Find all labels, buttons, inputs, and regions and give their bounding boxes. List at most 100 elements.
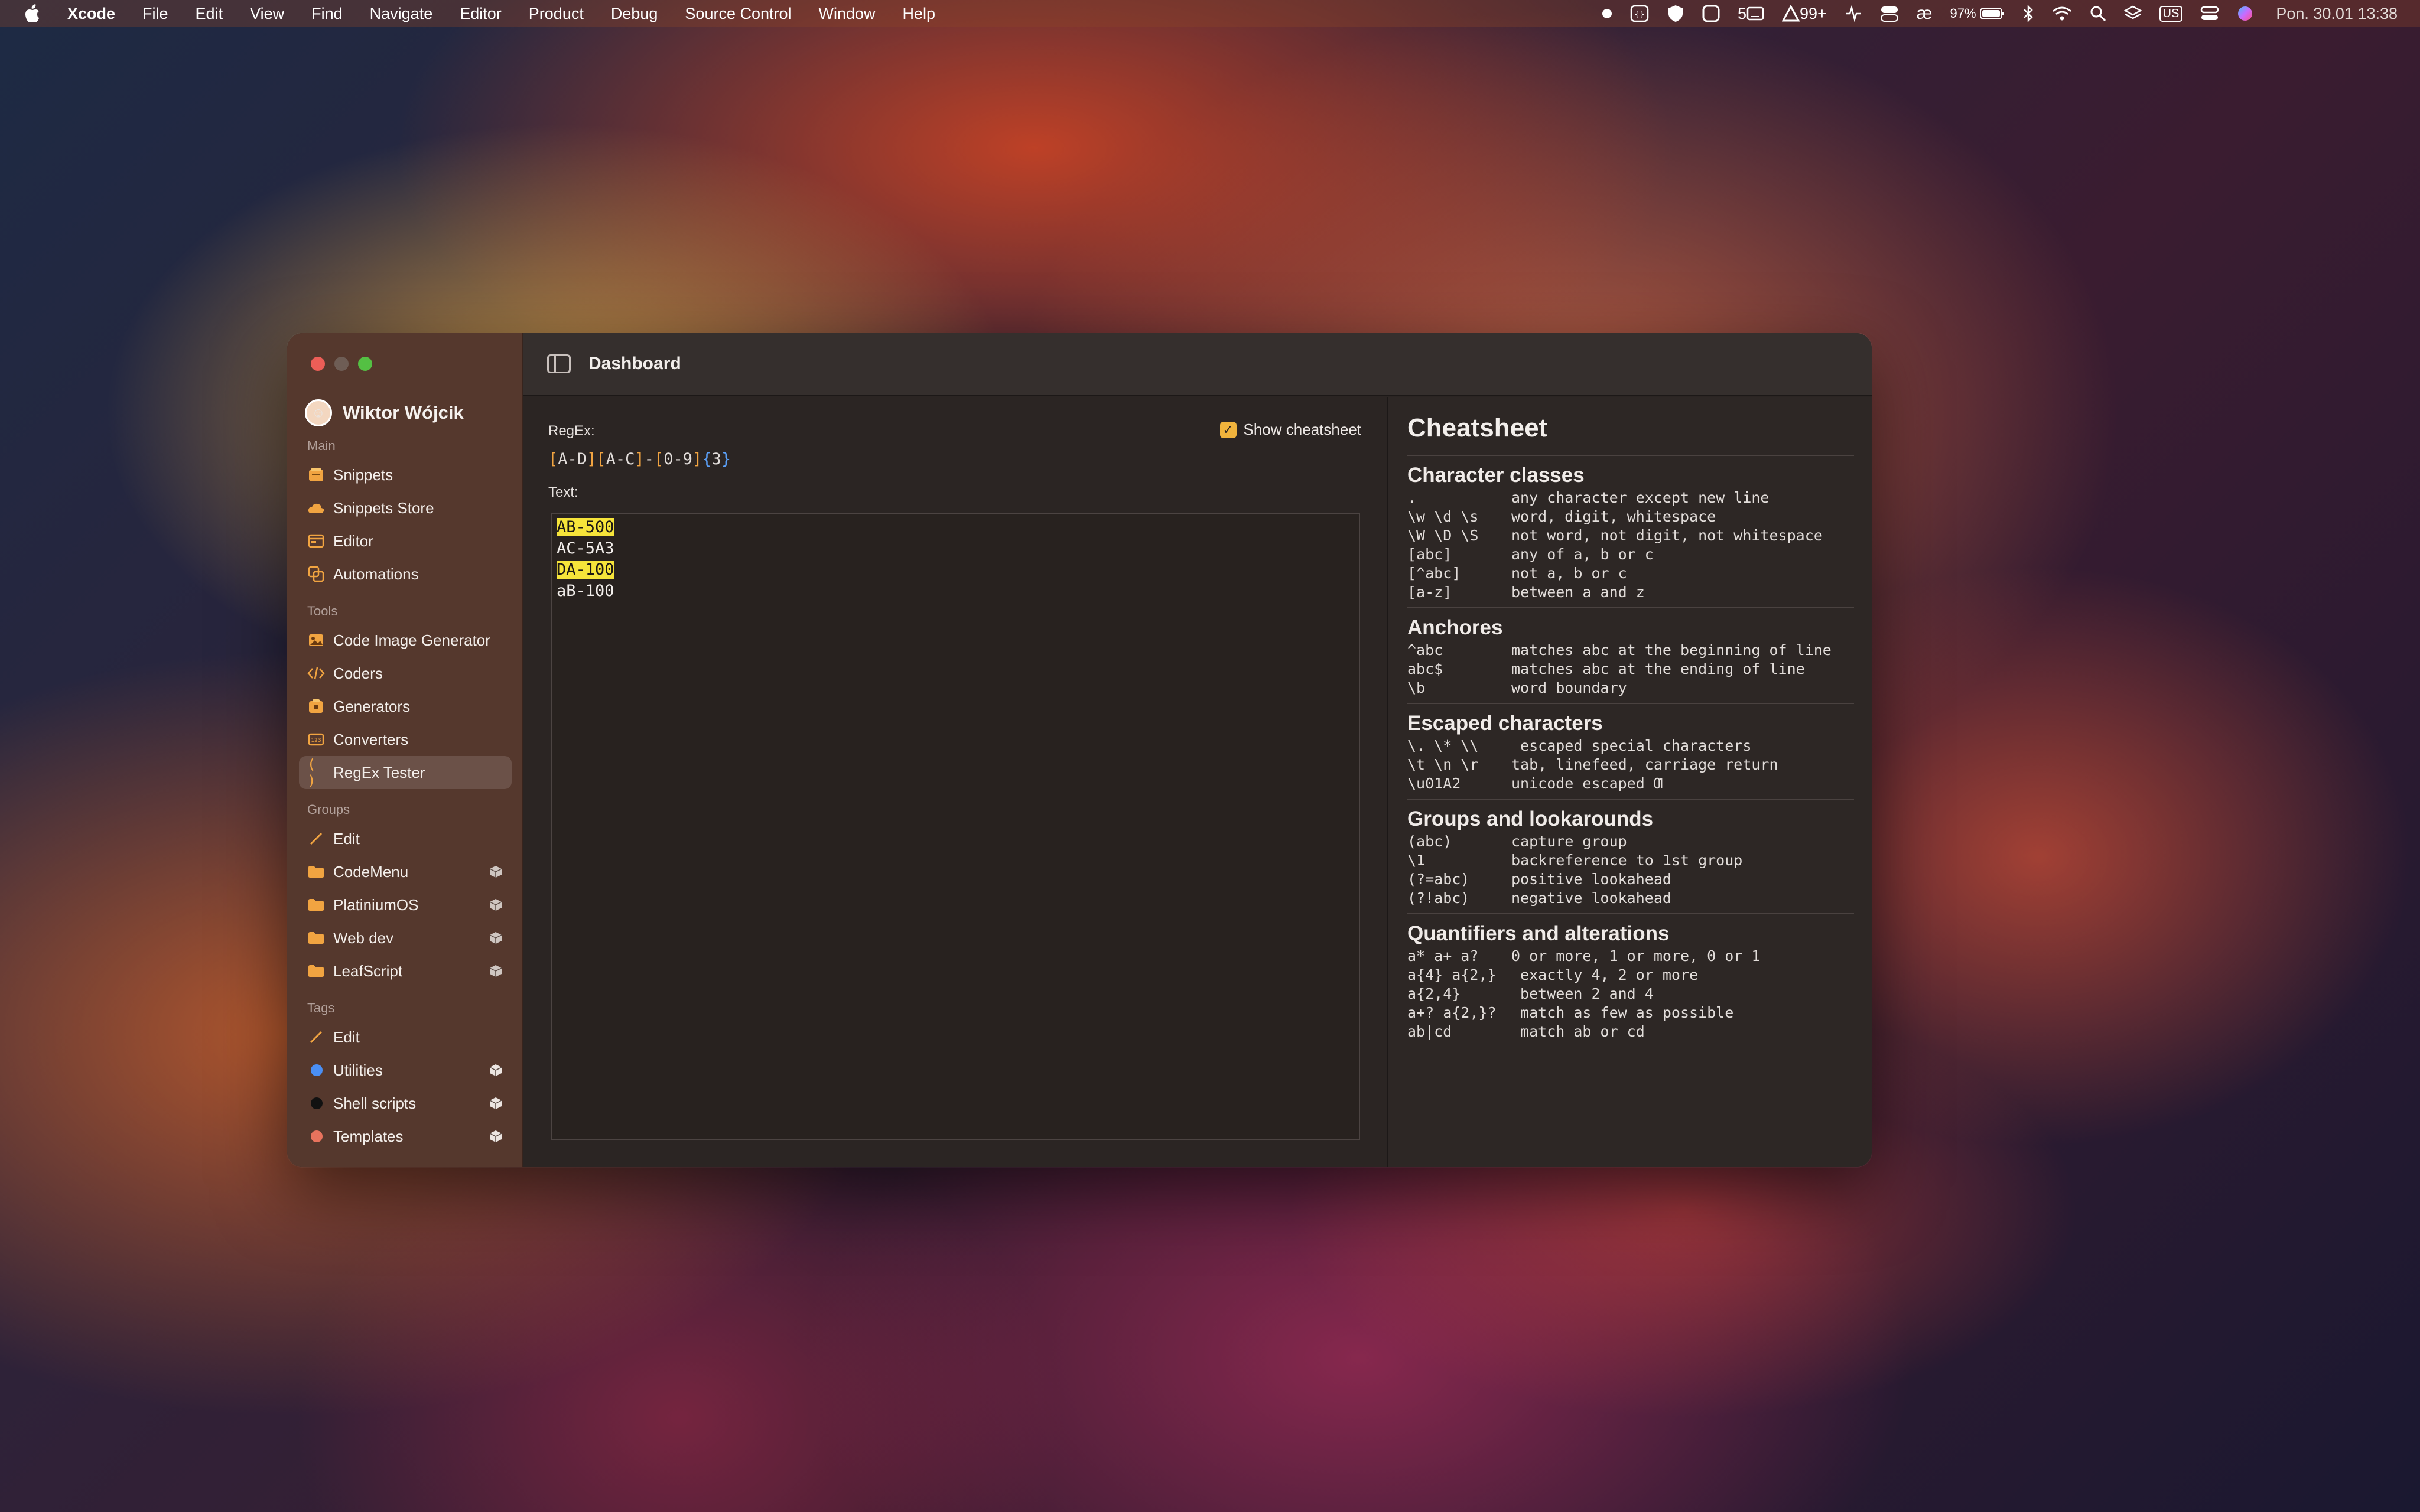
cheatsheet-description: not a, b or c <box>1511 564 1627 582</box>
cheatsheet-section: Character classes. any character except n… <box>1407 463 1854 601</box>
cheatsheet-description: exactly 4, 2 or more <box>1511 966 1699 983</box>
menu-app-name[interactable]: Xcode <box>67 5 115 23</box>
cheatsheet-divider <box>1407 455 1854 456</box>
cheatsheet-token: ^abc <box>1407 641 1443 659</box>
layers-icon[interactable] <box>2123 5 2142 22</box>
sidebar-item-tag-utilities[interactable]: Utilities <box>299 1054 512 1087</box>
record-dot-icon[interactable] <box>1602 8 1612 19</box>
clock[interactable]: Pon. 30.01 13:38 <box>2276 5 2398 23</box>
folder-icon <box>307 962 325 980</box>
section-title-tags: Tags <box>307 1001 335 1015</box>
ae-ligature-icon[interactable]: æ <box>1917 4 1933 24</box>
cheatsheet-description: unicode escaped Ƣ <box>1511 774 1663 792</box>
app-window: ☺ Wiktor Wójcik Main Snippets Snippets S… <box>287 333 1872 1167</box>
converters-icon: 123 <box>307 731 325 748</box>
menu-view[interactable]: View <box>250 5 284 23</box>
close-window-button[interactable] <box>311 357 325 371</box>
sidebar-item-label: Converters <box>333 730 409 748</box>
test-text-area[interactable]: AB-500 AC-5A3 DA-100 aB-100 <box>551 513 1360 1140</box>
code-bracket-icon[interactable]: {} <box>1630 5 1649 22</box>
sidebar-toggle-icon[interactable] <box>547 354 571 373</box>
sidebar-item-snippets-store[interactable]: Snippets Store <box>299 491 512 524</box>
sidebar-item-tag-templates[interactable]: Templates <box>299 1120 512 1153</box>
tabs-indicator[interactable]: 5 <box>1738 5 1764 23</box>
cheatsheet-row: a+? a{2,}? match as few as possible <box>1407 1003 1854 1022</box>
siri-icon[interactable] <box>2237 5 2253 22</box>
match-highlight: AB-500 <box>557 517 614 536</box>
sidebar-item-group-codemenu[interactable]: CodeMenu <box>299 855 512 888</box>
zoom-window-button[interactable] <box>358 357 372 371</box>
control-center-icon[interactable] <box>2200 5 2219 22</box>
keyboard-layout-indicator[interactable]: US <box>2159 5 2183 22</box>
cheatsheet-description: not word, not digit, not whitespace <box>1511 526 1823 544</box>
show-cheatsheet-checkbox[interactable]: ✓ <box>1219 421 1237 438</box>
cheatsheet-description: word boundary <box>1511 679 1627 696</box>
regex-label: RegEx: <box>548 423 595 439</box>
sidebar-item-converters[interactable]: 123 Converters <box>299 723 512 756</box>
menu-navigate[interactable]: Navigate <box>370 5 433 23</box>
sidebar-item-editor[interactable]: Editor <box>299 524 512 558</box>
cheatsheet-title: Cheatsheet <box>1407 413 1548 442</box>
activity-pulse-icon[interactable] <box>1845 5 1862 22</box>
cube-icon <box>488 1129 503 1144</box>
menu-source-control[interactable]: Source Control <box>685 5 791 23</box>
menu-window[interactable]: Window <box>819 5 876 23</box>
sidebar-item-coders[interactable]: Coders <box>299 657 512 690</box>
cheatsheet-row: a* a+ a? 0 or more, 1 or more, 0 or 1 <box>1407 946 1854 965</box>
show-cheatsheet-toggle[interactable]: ✓ Show cheatsheet <box>1219 421 1361 439</box>
sidebar-item-label: Snippets Store <box>333 498 434 517</box>
app-square-icon[interactable] <box>1702 5 1720 22</box>
battery-indicator[interactable]: 97% <box>1950 6 2004 21</box>
regex-icon: ( ) <box>307 756 316 789</box>
menu-debug[interactable]: Debug <box>611 5 658 23</box>
cheatsheet-token: a* a+ a? <box>1407 947 1479 964</box>
sidebar-item-automations[interactable]: Automations <box>299 558 512 591</box>
notifications-indicator[interactable]: 99+ <box>1781 5 1827 23</box>
menu-editor[interactable]: Editor <box>460 5 502 23</box>
sidebar-item-label: Shell scripts <box>333 1094 417 1112</box>
cheatsheet-section-title: Groups and lookarounds <box>1407 807 1654 830</box>
menu-product[interactable]: Product <box>529 5 584 23</box>
cheatsheet-row: ab|cd match ab or cd <box>1407 1022 1854 1041</box>
sidebar-item-snippets[interactable]: Snippets <box>299 458 512 491</box>
minimize-window-button[interactable] <box>334 357 349 371</box>
sidebar-item-group-platiniumos[interactable]: PlatiniumOS <box>299 888 512 921</box>
cheatsheet-description: backreference to 1st group <box>1511 851 1743 869</box>
sidebar-item-group-web-dev[interactable]: Web dev <box>299 921 512 954</box>
menu-find[interactable]: Find <box>311 5 343 23</box>
cheatsheet-section: Groups and lookarounds (abc) capture group… <box>1407 807 1854 907</box>
sidebar-item-label: Editor <box>333 532 373 550</box>
sidebar-item-code-image-generator[interactable]: Code Image Generator <box>299 624 512 657</box>
user-name: Wiktor Wójcik <box>343 402 464 423</box>
regex-pattern-input[interactable]: [A-D][A-C]-[0-9]{3} <box>548 450 731 468</box>
search-icon[interactable] <box>2090 5 2106 22</box>
sidebar-item-regex-tester[interactable]: ( ) RegEx Tester <box>299 756 512 789</box>
user-profile[interactable]: ☺ Wiktor Wójcik <box>305 399 464 426</box>
cheatsheet-description: match ab or cd <box>1511 1022 1645 1040</box>
menu-edit[interactable]: Edit <box>196 5 223 23</box>
shield-icon[interactable] <box>1667 4 1684 23</box>
sidebar-item-group-leafscript[interactable]: LeafScript <box>299 954 512 988</box>
tag-color-dot <box>311 1097 323 1109</box>
sidebar-item-tag-shell-scripts[interactable]: Shell scripts <box>299 1087 512 1120</box>
cheatsheet-description: 0 or more, 1 or more, 0 or 1 <box>1511 947 1761 964</box>
cheatsheet-section: Escaped characters \. \* \\ escaped speci… <box>1407 711 1854 793</box>
match-highlight: DA-100 <box>557 560 614 579</box>
cube-icon <box>488 963 503 979</box>
cheatsheet-row: [abc] any of a, b or c <box>1407 545 1854 563</box>
cheatsheet-row: \W \D \S not word, not digit, not whitesp… <box>1407 526 1854 545</box>
sidebar: ☺ Wiktor Wójcik Main Snippets Snippets S… <box>287 333 523 1167</box>
sidebar-item-groups-edit[interactable]: Edit <box>299 822 512 855</box>
sidebar-item-tags-edit[interactable]: Edit <box>299 1021 512 1054</box>
wifi-icon[interactable] <box>2052 6 2072 21</box>
avatar: ☺ <box>305 399 332 426</box>
section-title-tools: Tools <box>307 604 338 618</box>
menu-help[interactable]: Help <box>903 5 936 23</box>
apple-logo-icon[interactable] <box>24 4 41 24</box>
sidebar-item-generators[interactable]: Generators <box>299 690 512 723</box>
bluetooth-icon[interactable] <box>2022 5 2034 22</box>
folder-icon <box>307 863 325 881</box>
toggle-switches-icon[interactable] <box>1880 5 1899 22</box>
menu-file[interactable]: File <box>142 5 168 23</box>
cloud-icon <box>307 499 325 517</box>
